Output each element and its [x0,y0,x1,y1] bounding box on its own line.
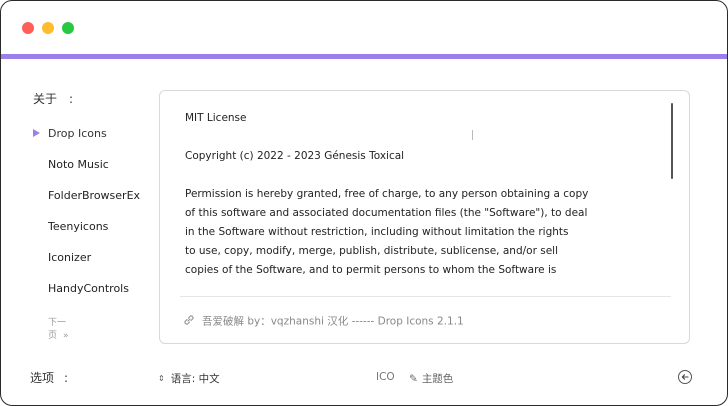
license-scrollbar[interactable] [671,103,673,179]
up-down-chevron-icon: ⇕ [158,374,165,383]
app-window: 关于: Drop Icons Noto Music FolderBrowserE… [0,0,728,406]
ico-format-button[interactable]: ICO [376,371,395,383]
sidebar-item-folderbrowserex[interactable]: FolderBrowserEx [48,189,140,202]
credit-text: 吾爱破解 by：vqzhanshi 汉化 ------ Drop Icons 2… [202,315,464,328]
credit-line: 吾爱破解 by：vqzhanshi 汉化 ------ Drop Icons 2… [182,313,464,330]
maximize-window-button[interactable] [62,22,74,34]
options-colon: : [64,371,69,385]
double-chevron-right-icon: » [63,331,69,341]
sidebar-item-drop-icons[interactable]: Drop Icons [48,127,107,140]
options-text: 选项 [30,371,55,385]
sidebar-item-noto-music[interactable]: Noto Music [48,158,109,171]
pencil-icon: ✎ [409,373,418,385]
sidebar-item-iconizer[interactable]: Iconizer [48,251,91,264]
about-text: 关于 [33,92,58,106]
language-select[interactable]: ⇕ 语言: 中文 [158,371,220,386]
license-panel: MIT License Copyright (c) 2022 - 2023 Gé… [159,90,690,344]
sidebar-item-handycontrols[interactable]: HandyControls [48,282,129,295]
license-text[interactable]: MIT License Copyright (c) 2022 - 2023 Gé… [185,109,655,289]
theme-color-label: 主题色 [421,373,454,385]
theme-color-button[interactable]: ✎ 主题色 [409,371,453,386]
language-select-value: 语言: 中文 [170,373,220,385]
active-item-indicator-icon [33,129,40,137]
link-icon [182,313,196,330]
panel-divider [180,296,671,297]
arrow-left-icon [681,374,689,380]
next-page-link[interactable]: 下一页» [48,315,69,341]
sidebar-item-teenyicons[interactable]: Teenyicons [48,220,108,233]
about-label: 关于: [33,90,73,107]
about-colon: : [69,92,74,106]
accent-bar [1,54,727,59]
options-label: 选项: [30,369,68,386]
close-window-button[interactable] [22,22,34,34]
back-button[interactable] [678,370,692,384]
minimize-window-button[interactable] [42,22,54,34]
text-cursor-icon [472,130,473,140]
